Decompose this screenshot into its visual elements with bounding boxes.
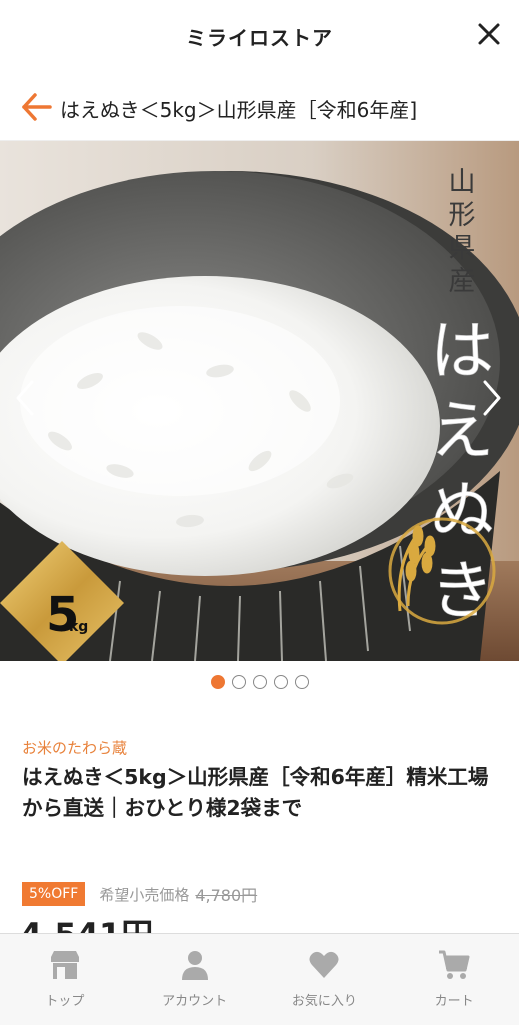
close-icon [478, 23, 500, 45]
nav-item-account[interactable]: アカウント [130, 934, 260, 1025]
store-title: ミライロストア [186, 26, 333, 50]
msrp-label: 希望小売価格 [99, 885, 190, 904]
carousel-dot[interactable] [231, 675, 246, 689]
product-title: はえぬき＜5kg＞山形県産［令和6年産］精米工場から直送｜おひとり様2袋まで [22, 765, 489, 820]
carousel-dot[interactable] [210, 675, 225, 689]
carousel-prev-button[interactable] [12, 378, 40, 418]
vertical-text-char: 形 [449, 200, 476, 231]
person-icon [181, 951, 208, 980]
carousel-indicator [0, 675, 519, 689]
bottom-nav: トップ アカウント お気に入り カート [0, 933, 519, 1025]
back-button[interactable] [20, 92, 54, 122]
shop-name-link[interactable]: お米のたわら蔵 [22, 737, 127, 758]
brand-char: ぬ [430, 475, 494, 549]
price-row: 5%OFF 希望小売価格 4,780円 [22, 880, 257, 908]
carousel-next-button[interactable] [477, 378, 505, 418]
app-header: ミライロストア [0, 0, 519, 74]
vertical-text-char: 県 [449, 233, 476, 264]
nav-item-cart[interactable]: カート [389, 934, 519, 1025]
product-heading: はえぬき＜5kg＞山形県産［令和6年産] [60, 98, 418, 122]
svg-text:kg: kg [69, 619, 88, 635]
product-image-carousel[interactable]: 山 形 県 産 は え ぬ き 5 kg [0, 141, 519, 661]
vertical-text-char: 山 [449, 167, 476, 198]
carousel-dot[interactable] [273, 675, 288, 689]
chevron-left-icon [16, 380, 34, 416]
cart-icon [439, 950, 470, 979]
carousel-dot[interactable] [252, 675, 267, 689]
product-nav-bar: はえぬき＜5kg＞山形県産［令和6年産] [0, 74, 519, 141]
nav-label: アカウント [162, 994, 228, 1009]
product-image: 山 形 県 産 は え ぬ き 5 kg [0, 141, 519, 661]
nav-label: トップ [45, 994, 85, 1009]
carousel-dot[interactable] [294, 675, 309, 689]
heart-icon [309, 951, 339, 978]
close-button[interactable] [473, 18, 505, 50]
vertical-text-char: 産 [449, 266, 476, 297]
nav-item-top[interactable]: トップ [0, 934, 130, 1025]
nav-item-favorites[interactable]: お気に入り [260, 934, 390, 1025]
discount-badge: 5%OFF [22, 882, 86, 906]
chevron-right-icon [483, 380, 501, 416]
msrp-value: 4,780円 [195, 886, 258, 905]
arrow-left-icon [22, 93, 52, 121]
nav-label: カート [434, 994, 474, 1009]
shop-icon [50, 951, 79, 979]
nav-label: お気に入り [291, 994, 357, 1009]
